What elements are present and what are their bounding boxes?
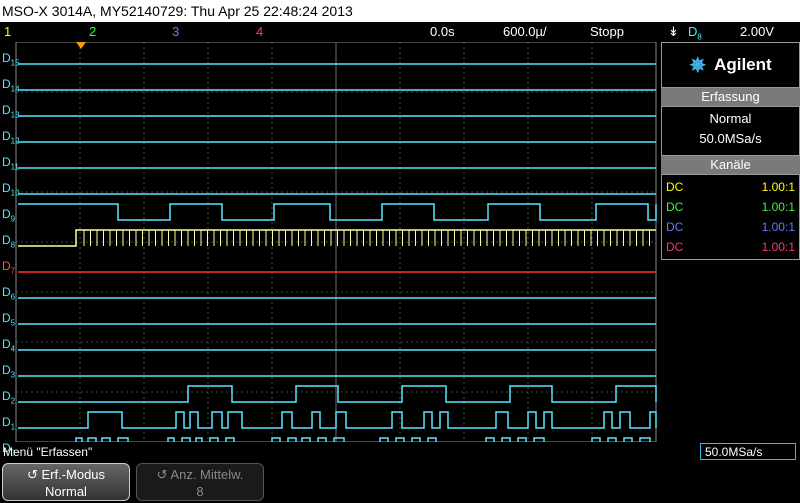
channel-label-d9: D9: [2, 207, 15, 223]
channel-label-letter: D: [2, 363, 11, 377]
time-position: 0.0s: [430, 24, 455, 39]
menu-status: Menü "Erfassen": [0, 443, 800, 461]
channel-label-d10: D10: [2, 181, 20, 197]
acquisition-mode-softkey[interactable]: ↺ Erf.-Modus Normal: [2, 463, 130, 501]
channels-header: Kanäle: [661, 156, 800, 174]
channel-label-number: 10: [10, 188, 20, 198]
acquisition-sample-rate: 50.0MSa/s: [699, 131, 762, 146]
trigger-marker: [76, 42, 86, 49]
channel-label-d8: D8: [2, 233, 15, 249]
title-bar: MSO-X 3014A, MY52140729: Thu Apr 25 22:4…: [0, 0, 800, 22]
channel-label-number: 1: [10, 422, 16, 432]
channel-label-number: 2: [10, 396, 16, 406]
agilent-spark-icon: ✵: [689, 54, 707, 77]
brand-logo: ✵ Agilent: [661, 42, 800, 88]
waveform-display[interactable]: D15 D14 D13 D12 D11 D10 D9 D8 D7 D6 D5 D4 D3 D2 D1 D0: [0, 41, 660, 457]
probe-ratio: 1.00:1: [761, 200, 795, 214]
rotate-knob-icon: ↺: [156, 467, 168, 482]
channel-label-d13: D13: [2, 103, 20, 119]
channel-label-letter: D: [2, 207, 11, 221]
sample-rate-box: 50.0MSa/s: [700, 443, 796, 460]
channel-label-number: 14: [10, 84, 20, 94]
probe-ratio: 1.00:1: [761, 220, 795, 234]
channel-label-letter: D: [2, 155, 11, 169]
channel-label-d2: D2: [2, 389, 15, 405]
channel-2-info: DC 1.00:1: [662, 197, 799, 217]
brand-name: Agilent: [714, 55, 772, 74]
channel-label-d1: D1: [2, 415, 15, 431]
channel-label-d14: D14: [2, 77, 20, 93]
channel-label-letter: D: [2, 311, 11, 325]
channel-label-d15: D15: [2, 51, 20, 67]
right-info-panel: ✵ Agilent Erfassung Normal 50.0MSa/s Kan…: [661, 42, 800, 260]
channel-coupling: DC: [666, 220, 684, 234]
softkey-value: Normal: [45, 484, 87, 499]
probe-ratio: 1.00:1: [761, 180, 795, 194]
channel-label-d6: D6: [2, 285, 15, 301]
channel-4-info: DC 1.00:1: [662, 237, 799, 257]
channel-coupling: DC: [666, 180, 684, 194]
channel-label-number: 13: [10, 110, 20, 120]
trigger-source-letter: D: [688, 24, 698, 39]
channel-label-number: 7: [10, 266, 16, 276]
acquisition-mode: Normal: [709, 111, 752, 126]
time-scale: 600.0µ/: [503, 24, 547, 39]
channel-4-indicator[interactable]: 4: [256, 22, 263, 42]
acquisition-info: Normal 50.0MSa/s: [661, 106, 800, 156]
probe-ratio: 1.00:1: [761, 240, 795, 254]
acquisition-header: Erfassung: [661, 88, 800, 106]
trace-d0: [18, 437, 651, 455]
channel-coupling: DC: [666, 200, 684, 214]
channel-label-number: 12: [10, 136, 20, 146]
channel-3-indicator[interactable]: 3: [172, 22, 179, 42]
trigger-edge-icon: ↡: [668, 24, 679, 39]
channel-label-d7: D7: [2, 259, 15, 275]
averages-softkey[interactable]: ↺ Anz. Mittelw. 8: [136, 463, 264, 501]
channel-3-info: DC 1.00:1: [662, 217, 799, 237]
channel-label-letter: D: [2, 51, 11, 65]
channel-label-d3: D3: [2, 363, 15, 379]
channel-label-d12: D12: [2, 129, 20, 145]
channel-label-d4: D4: [2, 337, 15, 353]
channel-label-letter: D: [2, 103, 11, 117]
trace-d9: [18, 203, 657, 221]
softkey-label: Erf.-Modus: [41, 467, 106, 482]
channel-label-letter: D: [2, 285, 11, 299]
channel-label-letter: D: [2, 337, 11, 351]
waveform-svg: [15, 41, 657, 455]
channel-coupling: DC: [666, 240, 684, 254]
channel-label-letter: D: [2, 389, 11, 403]
channel-label-letter: D: [2, 181, 11, 195]
channel-label-letter: D: [2, 233, 11, 247]
channel-label-number: 11: [10, 162, 19, 172]
channel-label-letter: D: [2, 415, 11, 429]
channel-label-number: 9: [10, 214, 16, 224]
channel-1-indicator[interactable]: 1: [4, 22, 11, 42]
channel-label-number: 15: [10, 58, 20, 68]
channel-label-number: 6: [10, 292, 16, 302]
trigger-source-sub: 8: [697, 32, 702, 42]
trigger-level: 2.00V: [740, 24, 774, 39]
softkey-value: 8: [196, 484, 204, 499]
softkey-label: Anz. Mittelw.: [170, 467, 244, 482]
channel-label-letter: D: [2, 77, 11, 91]
trace-d1: [18, 411, 657, 429]
top-status-bar: 1 2 3 4 0.0s 600.0µ/ Stopp ↡ D8 2.00V: [0, 22, 800, 42]
channel-label-number: 3: [10, 370, 16, 380]
trace-d2: [18, 385, 657, 403]
channel-label-d5: D5: [2, 311, 15, 327]
channel-1-info: DC 1.00:1: [662, 177, 799, 197]
channel-label-number: 4: [10, 344, 16, 354]
channel-label-letter: D: [2, 259, 11, 273]
channel-label-number: 5: [10, 318, 16, 328]
channel-2-indicator[interactable]: 2: [89, 22, 96, 42]
channel-label-letter: D: [2, 129, 11, 143]
rotate-knob-icon: ↺: [26, 467, 38, 482]
channels-info: DC 1.00:1 DC 1.00:1 DC 1.00:1 DC 1.00:1: [661, 174, 800, 260]
channel-label-d11: D11: [2, 155, 19, 171]
menu-label: Menü "Erfassen": [3, 445, 93, 459]
channel-label-number: 8: [10, 240, 16, 250]
run-state: Stopp: [590, 24, 624, 39]
